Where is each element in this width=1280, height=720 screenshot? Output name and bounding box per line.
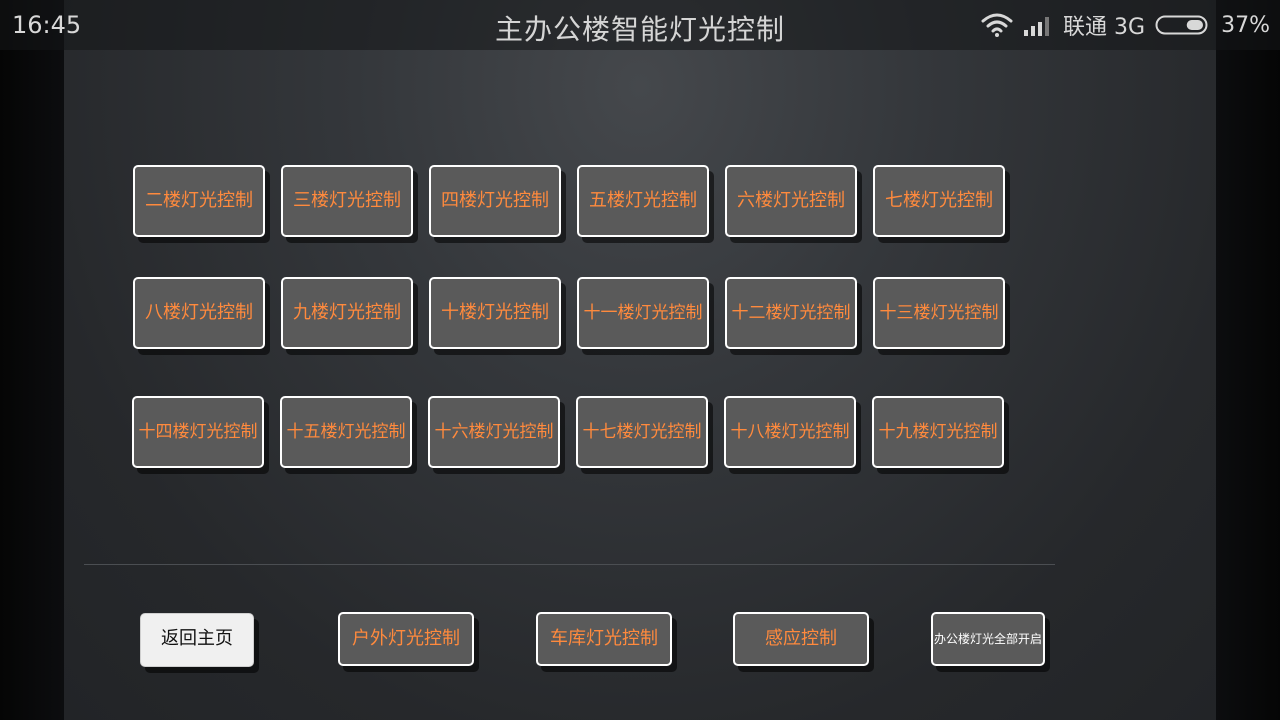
floor-light-button[interactable]: 四楼灯光控制 bbox=[429, 165, 561, 237]
battery-icon bbox=[1155, 15, 1208, 35]
status-bar: 16:45 主办公楼智能灯光控制 联通 3G 37% bbox=[0, 0, 1280, 50]
garage-light-button[interactable]: 车库灯光控制 bbox=[536, 612, 672, 666]
floor-light-button[interactable]: 九楼灯光控制 bbox=[281, 277, 413, 349]
carrier-label: 联通 3G bbox=[1063, 15, 1146, 40]
sensor-control-button[interactable]: 感应控制 bbox=[733, 612, 869, 666]
floor-light-button[interactable]: 十二楼灯光控制 bbox=[725, 277, 857, 349]
floor-light-button[interactable]: 十七楼灯光控制 bbox=[576, 396, 708, 468]
all-lights-on-button[interactable]: 办公楼灯光全部开启 bbox=[931, 612, 1045, 666]
floor-light-button[interactable]: 十一楼灯光控制 bbox=[577, 277, 709, 349]
divider bbox=[84, 564, 1055, 565]
floor-light-button[interactable]: 十五楼灯光控制 bbox=[280, 396, 412, 468]
floor-light-button[interactable]: 十八楼灯光控制 bbox=[724, 396, 856, 468]
home-button[interactable]: 返回主页 bbox=[140, 613, 254, 667]
wifi-icon bbox=[981, 13, 1013, 37]
floor-light-button[interactable]: 二楼灯光控制 bbox=[133, 165, 265, 237]
outdoor-light-button[interactable]: 户外灯光控制 bbox=[338, 612, 474, 666]
floor-light-button[interactable]: 五楼灯光控制 bbox=[577, 165, 709, 237]
floor-light-button[interactable]: 六楼灯光控制 bbox=[725, 165, 857, 237]
signal-icon bbox=[1024, 17, 1050, 36]
floor-light-button[interactable]: 十四楼灯光控制 bbox=[132, 396, 264, 468]
battery-percent: 37% bbox=[1221, 12, 1270, 38]
floor-light-button[interactable]: 十六楼灯光控制 bbox=[428, 396, 560, 468]
floor-light-button[interactable]: 十九楼灯光控制 bbox=[872, 396, 1004, 468]
floor-light-button[interactable]: 十楼灯光控制 bbox=[429, 277, 561, 349]
floor-light-button[interactable]: 七楼灯光控制 bbox=[873, 165, 1005, 237]
floor-light-button[interactable]: 三楼灯光控制 bbox=[281, 165, 413, 237]
status-icons: 联通 3G 37% bbox=[981, 8, 1270, 42]
floor-light-button[interactable]: 八楼灯光控制 bbox=[133, 277, 265, 349]
screen: 16:45 主办公楼智能灯光控制 联通 3G 37% 二楼灯光控制 三楼灯光控制… bbox=[0, 0, 1280, 720]
floor-light-button[interactable]: 十三楼灯光控制 bbox=[873, 277, 1005, 349]
